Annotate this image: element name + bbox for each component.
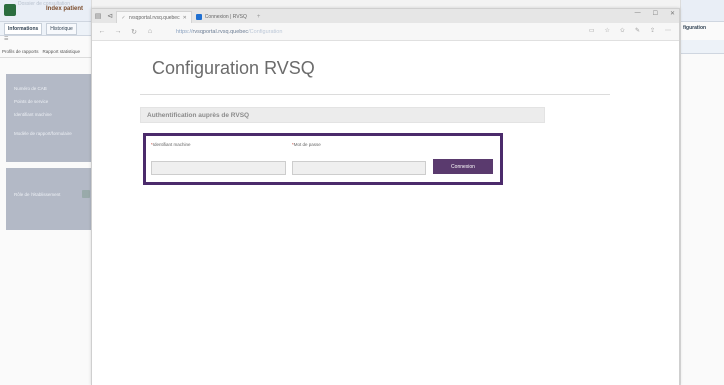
password-label: *Mot de passe [292,142,321,147]
ms-icon [195,14,202,20]
page-content: Configuration RVSQ Authentification aupr… [92,41,679,385]
close-icon[interactable]: ✕ [183,15,187,21]
back-arrow-icon[interactable]: ← [98,28,106,35]
browser-window: ▤ ⊲ ✓ rvsqportal.rvsq.quebec ✕ Connexion… [91,8,680,385]
refresh-icon[interactable]: ↻ [130,28,138,36]
tab-actions-icon[interactable]: ▤ [92,11,104,23]
panel-item-machine[interactable]: Identifiant machine [14,112,92,117]
tab-informations[interactable]: Informations [4,22,43,35]
panel-item-cab[interactable]: Numéro de CAB [14,86,92,91]
lock-icon: ✓ [121,14,126,21]
background-app-title: Index patient [46,6,84,12]
section-header: Authentification auprès de RVSQ [140,107,545,123]
url-path: /Configuration [248,28,283,35]
background-right-toolbar [681,40,724,54]
browser-tab-active[interactable]: ✓ rvsqportal.rvsq.quebec ✕ [116,11,192,23]
background-panel-2: Rôle de l'établissement [6,168,92,230]
background-app-right: figuration [680,0,724,385]
tab-historique[interactable]: Historique [46,22,77,35]
share-icon[interactable]: ⇪ [650,27,655,34]
address-bar: ← → ↻ ⌂ https://rvsqportal.rvsq.quebec/C… [92,23,679,41]
url-host: rvsqportal.rvsq.quebec [192,28,249,35]
forward-arrow-icon[interactable]: → [114,28,122,35]
password-input[interactable] [292,161,426,175]
panel-item-modele[interactable]: Modèle de rapport/formulaire [14,131,92,136]
url-prefix: https:// [176,28,193,35]
panel-badge-icon [82,190,90,198]
reading-view-icon[interactable]: ▭ [589,27,595,34]
browser-tab-title: rvsqportal.rvsq.quebec [129,14,180,21]
minimize-button[interactable]: — [635,10,641,17]
browser-tabstrip: ▤ ⊲ ✓ rvsqportal.rvsq.quebec ✕ Connexion… [92,9,679,23]
pen-icon[interactable]: ✎ [635,27,640,34]
favorites-hub-icon[interactable]: ✩ [620,27,625,34]
url-field[interactable]: https://rvsqportal.rvsq.quebec/Configura… [176,29,282,35]
background-app-tabs: Informations Historique [0,22,91,36]
home-icon[interactable]: ⌂ [146,28,154,35]
more-icon[interactable]: ⋯ [665,27,671,34]
screen: Dossier de consultation Index patient In… [0,0,724,385]
window-close-button[interactable]: ✕ [670,10,675,17]
browser-tab-inactive[interactable]: Connexion | RVSQ [192,11,251,23]
new-tab-button[interactable]: + [251,11,267,23]
page-title: Configuration RVSQ [152,58,315,78]
browser-tab-title: Connexion | RVSQ [204,14,247,20]
app-logo-icon [4,4,16,16]
machine-id-input[interactable] [151,161,286,175]
section-label: Authentification auprès de RVSQ [147,112,250,119]
window-controls: — ☐ ✕ [635,10,675,17]
menu-icon[interactable]: ☰ [0,36,91,45]
auth-form-highlight: *Identifiant machine *Mot de passe Conne… [143,133,503,185]
toolbar-icons: ▭ ☆ ✩ ✎ ⇪ ⋯ [589,27,671,34]
user-id-label: *Identifiant machine [151,142,191,147]
panel-item-points[interactable]: Points de service [14,99,92,104]
background-panel-1: Numéro de CAB Points de service Identifi… [6,74,92,162]
subtab-profils[interactable]: Profils de rapports [2,49,39,54]
background-app-left: Dossier de consultation Index patient In… [0,0,92,385]
background-app-subtabs: Profils de rapports Rapport statistique [0,45,91,58]
background-right-titlebar [681,0,724,22]
favorite-star-icon[interactable]: ☆ [605,27,610,34]
tab-back-icon[interactable]: ⊲ [104,11,116,23]
subtab-rapport[interactable]: Rapport statistique [43,49,81,54]
background-right-title: figuration [683,25,707,31]
background-app-titlebar: Dossier de consultation Index patient [0,0,91,22]
panel-item-role[interactable]: Rôle de l'établissement [14,192,92,197]
connect-button[interactable]: Connexion [433,159,493,174]
title-divider [140,94,610,95]
maximize-button[interactable]: ☐ [653,10,658,17]
